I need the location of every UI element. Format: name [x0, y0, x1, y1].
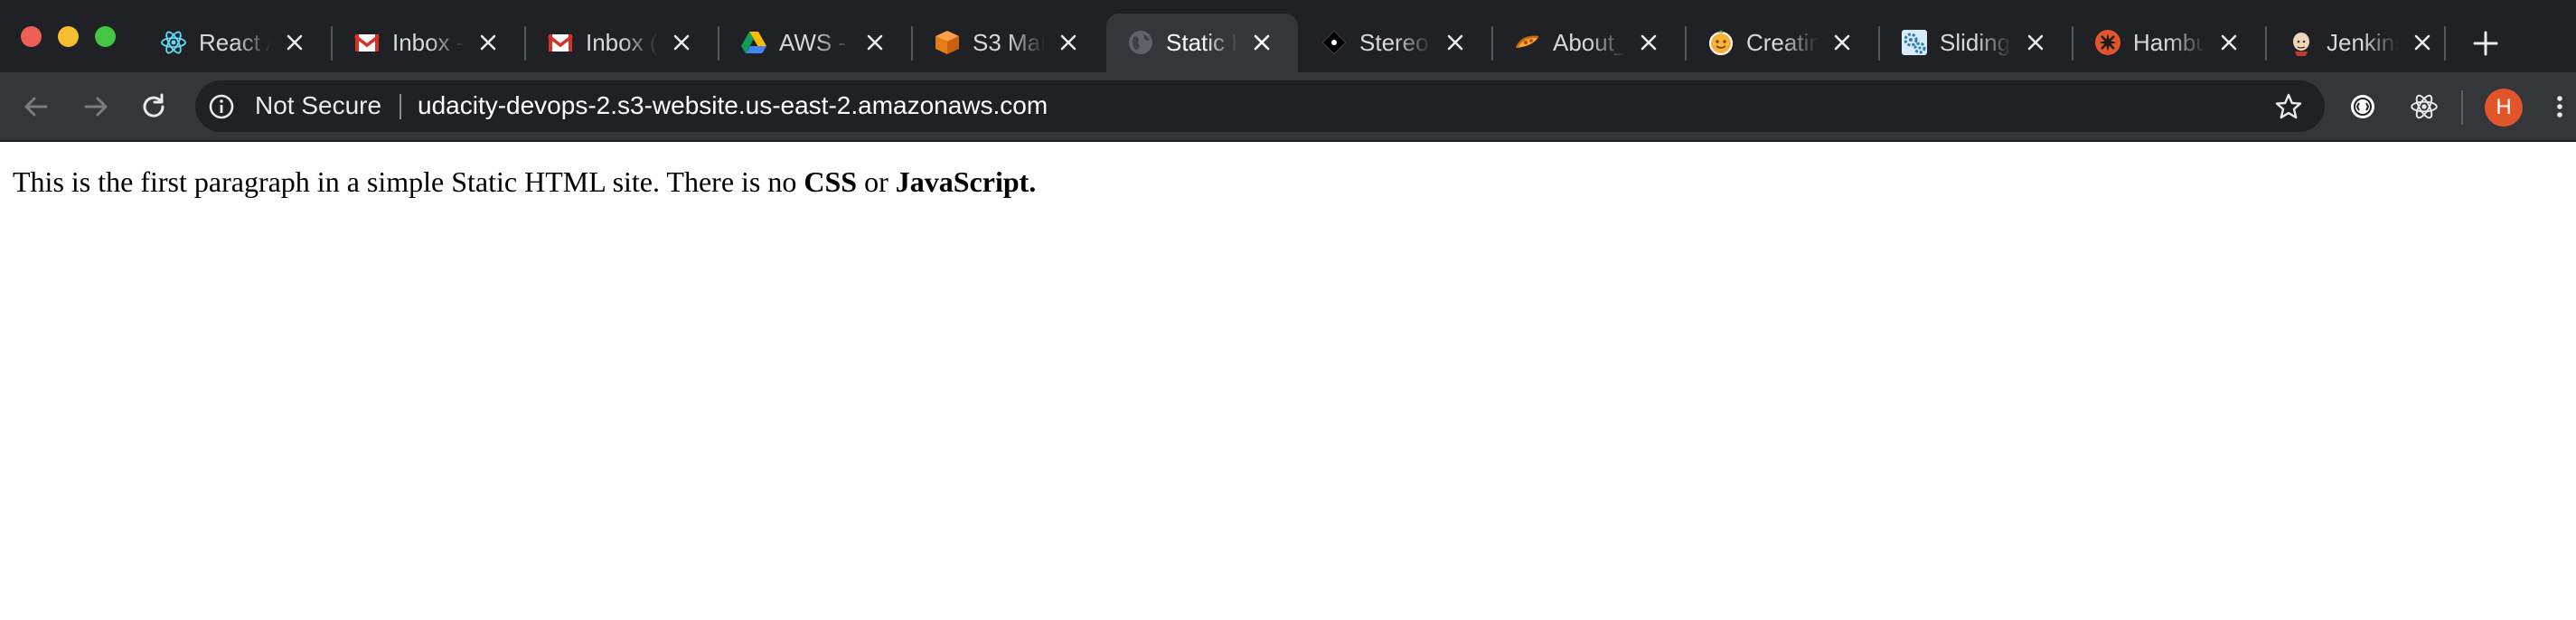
- close-icon[interactable]: [2410, 30, 2435, 55]
- tab-divider: [2444, 26, 2446, 61]
- tab-about[interactable]: About_I: [1493, 14, 1685, 72]
- tab-inbox-unread[interactable]: Inbox (1: [526, 14, 718, 72]
- gmail-icon: [353, 28, 381, 57]
- tab-title: S3 Man: [973, 29, 1045, 56]
- browser-window: React A Inbox - Inbox (1 AWS: [0, 0, 2576, 620]
- jenkins-icon: [2287, 28, 2316, 57]
- hamburger-icon: [2093, 28, 2122, 57]
- reload-icon[interactable]: [137, 90, 170, 123]
- close-icon[interactable]: [1056, 30, 1081, 55]
- tab-stereo[interactable]: Stereo: [1300, 14, 1491, 72]
- window-zoom-button[interactable]: [95, 26, 116, 47]
- tab-title: Inbox (1: [586, 29, 658, 56]
- tab-sliding[interactable]: Sliding: [1880, 14, 2072, 72]
- close-icon[interactable]: [475, 30, 501, 55]
- close-icon[interactable]: [1249, 30, 1274, 55]
- tab-hamburger[interactable]: Hambu: [2073, 14, 2265, 72]
- close-icon[interactable]: [1443, 30, 1468, 55]
- tab-title: Sliding: [1940, 29, 2011, 56]
- tab-title: Stereo: [1359, 29, 1429, 56]
- tab-title: Jenkins: [2327, 29, 2399, 56]
- window-minimize-button[interactable]: [58, 26, 79, 47]
- page-content: This is the first paragraph in a simple …: [0, 142, 2576, 620]
- close-icon[interactable]: [1829, 30, 1855, 55]
- react-devtools-icon[interactable]: [2408, 90, 2440, 123]
- react-icon: [159, 28, 188, 57]
- url-text[interactable]: udacity-devops-2.s3-website.us-east-2.am…: [418, 89, 1048, 122]
- tab-title: Inbox -: [392, 29, 465, 56]
- close-icon[interactable]: [282, 30, 307, 55]
- bookmark-star-icon[interactable]: [2274, 92, 2303, 121]
- paragraph-text: This is the first paragraph in a simple …: [13, 165, 804, 198]
- tab-title: React A: [199, 29, 271, 56]
- forward-arrow-icon[interactable]: [80, 90, 112, 123]
- tab-s3-management[interactable]: S3 Man: [913, 14, 1105, 72]
- tab-aws-drive[interactable]: AWS - C: [719, 14, 911, 72]
- info-icon[interactable]: [208, 93, 235, 120]
- tab-static-html-active[interactable]: Static H: [1106, 14, 1298, 72]
- window-close-button[interactable]: [21, 26, 42, 47]
- close-icon[interactable]: [2023, 30, 2048, 55]
- close-icon[interactable]: [669, 30, 694, 55]
- browser-toolbar: Not Secure udacity-devops-2.s3-website.u…: [0, 72, 2576, 142]
- gmail-icon: [546, 28, 575, 57]
- close-icon[interactable]: [862, 30, 888, 55]
- address-divider: [400, 94, 401, 119]
- tab-inbox[interactable]: Inbox -: [333, 14, 524, 72]
- diamond-icon: [1320, 28, 1349, 57]
- tab-title: Static H: [1166, 29, 1238, 56]
- extension-icon[interactable]: [2346, 90, 2379, 123]
- security-status-label[interactable]: Not Secure: [255, 89, 381, 122]
- tab-react[interactable]: React A: [139, 14, 331, 72]
- tab-strip: React A Inbox - Inbox (1 AWS: [0, 0, 2576, 72]
- tab-creating[interactable]: Creatin: [1687, 14, 1878, 72]
- google-drive-icon: [739, 28, 768, 57]
- tab-title: Hambu: [2133, 29, 2205, 56]
- new-tab-plus-icon[interactable]: [2469, 27, 2502, 60]
- close-icon[interactable]: [2216, 30, 2242, 55]
- toolbar-divider: [2461, 90, 2463, 125]
- paragraph-text-or: or: [857, 165, 896, 198]
- tab-jenkins[interactable]: Jenkins: [2267, 14, 2458, 72]
- aws-cube-icon: [933, 28, 962, 57]
- gears-icon: [1900, 28, 1929, 57]
- globe-icon: [1126, 28, 1155, 57]
- bold-css: CSS: [804, 165, 858, 198]
- more-menu-icon[interactable]: [2543, 90, 2576, 123]
- tab-title: About_I: [1553, 29, 1625, 56]
- tab-title: AWS - C: [779, 29, 851, 56]
- address-bar[interactable]: Not Secure udacity-devops-2.s3-website.u…: [195, 80, 2325, 132]
- pizza-icon: [1513, 28, 1542, 57]
- bold-javascript: JavaScript.: [895, 165, 1037, 198]
- first-paragraph: This is the first paragraph in a simple …: [13, 164, 1036, 200]
- back-arrow-icon[interactable]: [20, 90, 52, 123]
- tab-title: Creatin: [1746, 29, 1819, 56]
- profile-avatar[interactable]: H: [2485, 89, 2523, 127]
- close-icon[interactable]: [1636, 30, 1661, 55]
- orange-face-icon: [1706, 28, 1735, 57]
